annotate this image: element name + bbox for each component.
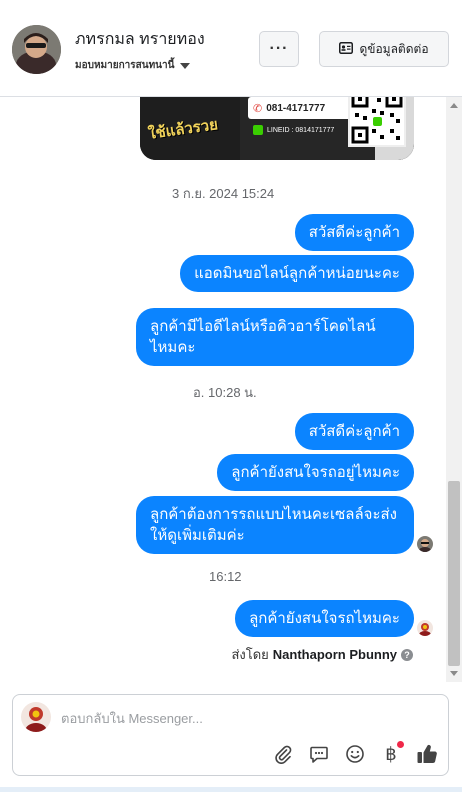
promo-line-id: LINEID : 0814171777	[267, 126, 335, 134]
qr-code-image	[348, 97, 406, 147]
seen-avatar	[417, 536, 433, 552]
sent-by-name[interactable]: Nanthaporn Pbunny	[273, 647, 397, 662]
timestamp: 3 ก.ย. 2024 15:24	[172, 186, 275, 201]
message-bubble[interactable]: ลูกค้ายังสนใจรถอยู่ไหมคะ	[217, 454, 414, 491]
assign-conversation-dropdown[interactable]: มอบหมายการสนทนานี้	[75, 58, 191, 73]
timestamp: อ. 10:28 น.	[193, 385, 257, 400]
phone-icon: ✆	[253, 102, 263, 115]
page-avatar	[21, 702, 51, 732]
sent-by-prefix: ส่งโดย	[231, 647, 269, 662]
notification-dot	[397, 741, 404, 748]
reply-input[interactable]	[61, 707, 431, 729]
sender-avatar	[417, 620, 433, 636]
window-bottom-edge	[0, 787, 462, 792]
dropdown-caret-icon	[180, 62, 191, 69]
sent-by-line: ส่งโดย Nanthaporn Pbunny ?	[231, 644, 413, 665]
line-app-icon	[253, 125, 263, 135]
message-bubble[interactable]: แอดมินขอไลน์ลูกค้าหน่อยนะคะ	[180, 255, 414, 292]
scroll-down-arrow-icon[interactable]	[450, 671, 458, 676]
message-bubble[interactable]: ลูกค้ายังสนใจรถไหมคะ	[235, 600, 414, 637]
promo-phone-number: 081-4171777	[266, 102, 326, 114]
view-contact-info-label: ดูข้อมูลติดต่อ	[359, 41, 429, 56]
baht-icon[interactable]: ฿	[380, 741, 404, 765]
conversation-header: ภทรกมล ทรายทอง มอบหมายการสนทนานี้ ··· ดู…	[0, 0, 462, 97]
view-contact-info-button[interactable]: ดูข้อมูลติดต่อ	[319, 31, 449, 67]
contact-card-icon	[339, 41, 354, 57]
reply-composer: ฿	[12, 694, 449, 776]
contact-avatar[interactable]	[12, 25, 61, 74]
timestamp: 16:12	[209, 569, 242, 584]
attach-icon[interactable]	[272, 743, 294, 765]
assign-conversation-label: มอบหมายการสนทนานี้	[75, 60, 175, 71]
composer-toolbar: ฿	[272, 741, 438, 765]
message-bubble[interactable]: ลูกค้าต้องการรถแบบไหนคะเซลล์จะส่งให้ดูเพ…	[136, 496, 414, 554]
thumbs-up-icon[interactable]	[416, 743, 438, 765]
scrollbar-thumb[interactable]	[448, 481, 460, 666]
help-icon[interactable]: ?	[401, 648, 413, 661]
contact-name[interactable]: ภทรกมล ทรายทอง	[75, 27, 205, 52]
promo-image-attachment[interactable]: ใช้แล้วรวย ✆ 081-4171777 LINEID : 081417…	[140, 97, 414, 160]
message-bubble[interactable]: สวัสดีค่ะลูกค้า	[294, 413, 414, 450]
message-bubble[interactable]: สวัสดีค่ะลูกค้า	[294, 214, 414, 251]
thread-scrollbar[interactable]	[446, 97, 462, 682]
message-thread[interactable]: ใช้แล้วรวย ✆ 081-4171777 LINEID : 081417…	[0, 97, 446, 682]
emoji-icon[interactable]	[344, 743, 366, 765]
saved-reply-icon[interactable]	[308, 743, 330, 765]
scroll-up-arrow-icon[interactable]	[450, 103, 458, 108]
message-bubble[interactable]: ลูกค้ามีไอดีไลน์หรือคิวอาร์โคดไลน์ไหมคะ	[136, 308, 414, 366]
more-options-button[interactable]: ···	[259, 31, 299, 67]
